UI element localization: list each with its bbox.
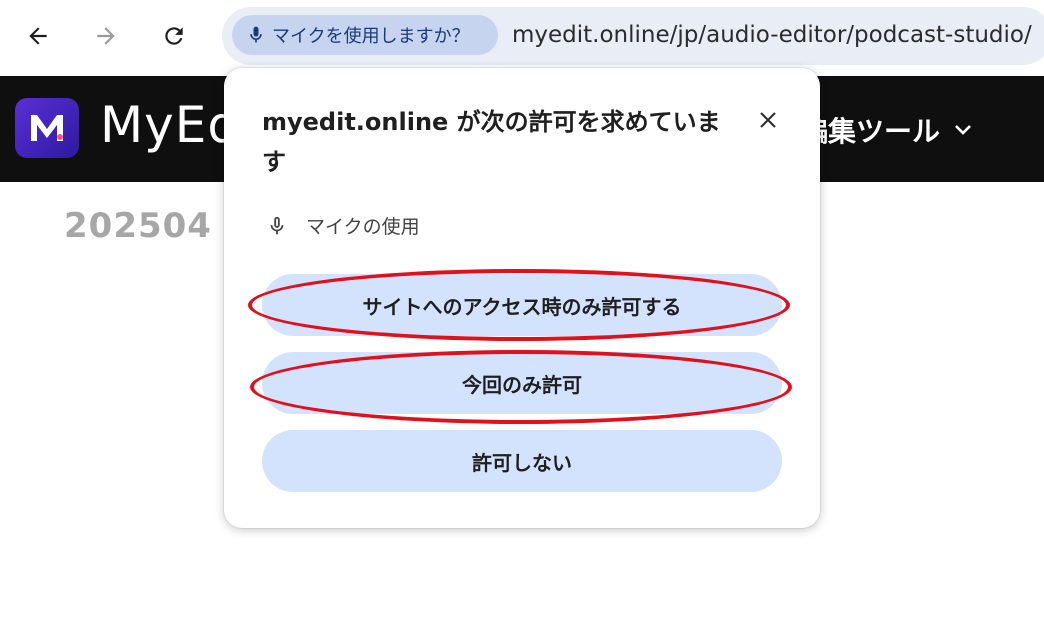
permission-popup: myedit.online が次の許可を求めています マイクの使用 サイトへのア…	[224, 68, 820, 528]
reload-button[interactable]	[156, 18, 192, 54]
tools-menu-label: 編集ツール	[800, 115, 941, 148]
arrow-right-icon	[97, 27, 115, 45]
back-button[interactable]	[20, 18, 56, 54]
mic-chip-label: マイクを使用しますか？	[272, 26, 470, 47]
permission-label: マイクの使用	[306, 216, 420, 238]
browser-toolbar: マイクを使用しますか？ myedit.online/jp/audio-edito…	[0, 0, 1044, 76]
chevron-down-icon	[955, 125, 971, 135]
brand-name: MyEd	[100, 96, 241, 154]
popup-title: myedit.online が次の許可を求めています	[262, 108, 721, 176]
close-button[interactable]	[752, 104, 784, 136]
myedit-logo[interactable]	[15, 98, 79, 158]
allow-this-time-button[interactable]: 今回のみ許可	[262, 352, 782, 414]
url-text: myedit.online/jp/audio-editor/podcast-st…	[512, 22, 1032, 48]
page-title: 202504	[64, 206, 212, 246]
allow-while-visiting-button[interactable]: サイトへのアクセス時のみ許可する	[262, 274, 782, 336]
deny-button[interactable]: 許可しない	[262, 430, 782, 492]
close-icon	[760, 112, 776, 128]
address-bar[interactable]: マイクを使用しますか？ myedit.online/jp/audio-edito…	[222, 7, 1044, 65]
arrow-left-icon	[29, 27, 47, 45]
reload-icon	[165, 27, 183, 45]
logo-m-icon	[31, 115, 63, 141]
microphone-icon	[270, 216, 284, 234]
forward-button[interactable]	[88, 18, 124, 54]
mic-permission-chip[interactable]: マイクを使用しますか？	[232, 15, 498, 55]
permission-row: マイクの使用	[266, 212, 420, 239]
microphone-icon	[250, 26, 262, 43]
edit-tools-menu[interactable]: 編集ツール	[800, 110, 972, 150]
